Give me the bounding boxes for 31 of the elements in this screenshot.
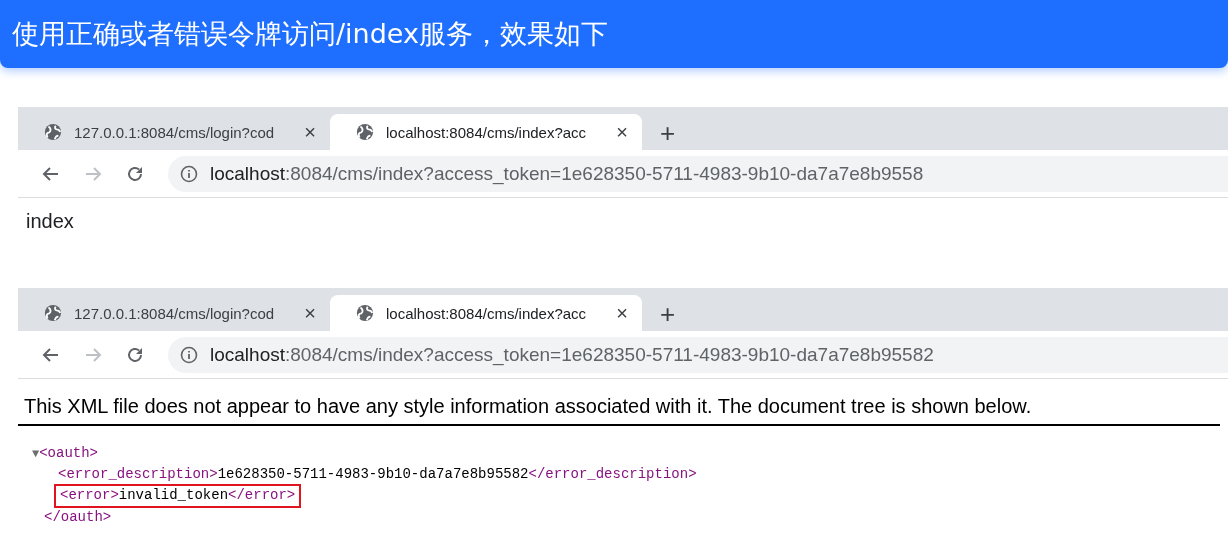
browser-tab[interactable]: 127.0.0.1:8084/cms/login?cod × [18,295,330,331]
header-title: 使用正确或者错误令牌访问/index服务，效果如下 [12,17,608,51]
new-tab-button[interactable]: + [660,301,676,327]
info-icon [180,345,198,364]
page-text: index [26,210,75,233]
info-icon [180,164,198,183]
url-text: localhost:8084/cms/index?access_token=1e628350-5711-4983-9b10-da7a7e8b95582 [210,343,934,366]
xml-line: <error_description>1e628350-5711-4983-9b10-da7a7e8b95582</error_description> [57,464,698,484]
xml-notice: This XML file does not appear to have any style information associated with it. The document tree is shown below. [18,391,1220,426]
back-icon[interactable] [42,345,60,364]
address-bar[interactable]: localhost:8084/cms/index?access_token=1e628350-5711-4983-9b10-da7a7e8b9558 [168,155,1228,192]
new-tab-button[interactable]: + [660,120,676,146]
url-text: localhost:8084/cms/index?access_token=1e628350-5711-4983-9b10-da7a7e8b9558 [210,162,924,185]
reload-icon[interactable] [126,345,144,364]
close-icon[interactable]: × [304,122,316,142]
globe-icon [44,304,62,322]
address-bar[interactable]: localhost:8084/cms/index?access_token=1e628350-5711-4983-9b10-da7a7e8b95582 [168,336,1228,373]
close-icon[interactable]: × [304,303,316,323]
close-icon[interactable]: × [616,122,628,142]
xml-line: <oauth> [39,444,98,463]
globe-icon [356,304,374,322]
browser-tab[interactable]: localhost:8084/cms/index?acc × [330,295,642,331]
browser-tab[interactable]: localhost:8084/cms/index?acc × [330,114,642,150]
close-icon[interactable]: × [616,303,628,323]
collapse-toggle[interactable]: ▼ [32,447,40,461]
browser-tab[interactable]: 127.0.0.1:8084/cms/login?cod × [18,114,330,150]
globe-icon [44,123,62,141]
xml-line: </oauth> [43,507,113,527]
globe-icon [356,123,374,141]
reload-icon[interactable] [126,164,144,183]
back-icon[interactable] [42,164,60,183]
